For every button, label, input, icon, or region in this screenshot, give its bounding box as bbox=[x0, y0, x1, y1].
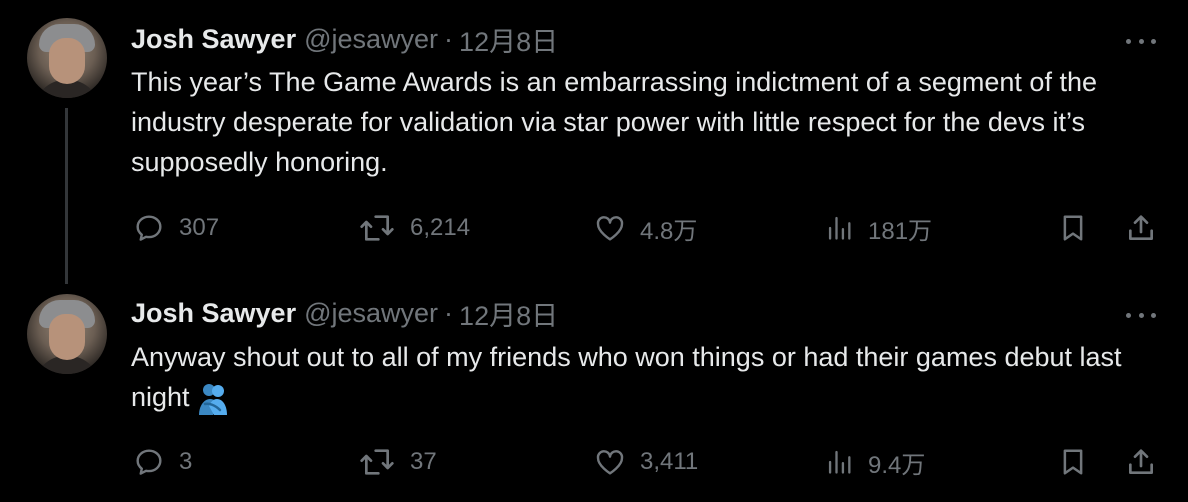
share-icon bbox=[1129, 449, 1153, 474]
like-button[interactable]: 3,411 bbox=[594, 442, 698, 482]
more-icon[interactable] bbox=[1126, 310, 1156, 320]
tweet-date[interactable]: 12月8日 bbox=[459, 294, 558, 333]
bookmark-icon bbox=[1063, 449, 1083, 475]
bookmark-button[interactable] bbox=[1058, 442, 1088, 482]
repost-icon bbox=[360, 215, 394, 241]
like-icon bbox=[596, 450, 624, 475]
view-count: 9.4万 bbox=[868, 451, 926, 479]
reply-count: 3 bbox=[179, 448, 193, 475]
like-button[interactable]: 4.8万 bbox=[594, 208, 697, 248]
like-count: 4.8万 bbox=[640, 217, 698, 245]
separator-dot: · bbox=[444, 23, 454, 54]
tweet-header: Josh Sawyer @jesawyer · 12月8日 bbox=[131, 21, 558, 57]
repost-button[interactable]: 37 bbox=[358, 442, 437, 482]
repost-count: 37 bbox=[410, 448, 437, 475]
action-bar: 307 6,214 4.8万 181万 bbox=[0, 208, 1188, 248]
separator-dot: · bbox=[444, 297, 454, 328]
author-name[interactable]: Josh Sawyer bbox=[131, 24, 296, 55]
share-button[interactable] bbox=[1125, 208, 1157, 248]
bookmark-icon bbox=[1063, 215, 1083, 241]
people-hugging-emoji bbox=[198, 383, 227, 415]
reply-icon bbox=[136, 215, 162, 241]
tweet-text-container: Anyway shout out to all of my friends wh… bbox=[131, 337, 1171, 417]
views-icon bbox=[828, 216, 851, 240]
like-count: 3,411 bbox=[640, 448, 699, 475]
reply-button[interactable]: 307 bbox=[133, 208, 219, 248]
author-handle[interactable]: @jesawyer bbox=[304, 298, 438, 329]
share-button[interactable] bbox=[1125, 442, 1157, 482]
thread-connector-line bbox=[65, 108, 68, 284]
tweet[interactable]: Josh Sawyer @jesawyer · 12月8日 Anyway sho… bbox=[0, 275, 1188, 502]
view-count: 181万 bbox=[868, 217, 933, 245]
like-icon bbox=[596, 216, 624, 241]
views-button[interactable]: 181万 bbox=[826, 208, 932, 248]
views-icon bbox=[828, 450, 851, 474]
share-icon bbox=[1129, 215, 1153, 240]
author-name[interactable]: Josh Sawyer bbox=[131, 298, 296, 329]
avatar[interactable] bbox=[27, 294, 107, 374]
repost-button[interactable]: 6,214 bbox=[358, 208, 470, 248]
views-button[interactable]: 9.4万 bbox=[826, 442, 925, 482]
bookmark-button[interactable] bbox=[1058, 208, 1088, 248]
tweet-header: Josh Sawyer @jesawyer · 12月8日 bbox=[131, 295, 558, 331]
tweet-date[interactable]: 12月8日 bbox=[459, 20, 558, 59]
reply-button[interactable]: 3 bbox=[133, 442, 192, 482]
tweet[interactable]: Josh Sawyer @jesawyer · 12月8日 This year’… bbox=[0, 0, 1188, 284]
repost-icon bbox=[360, 449, 394, 475]
avatar[interactable] bbox=[27, 18, 107, 98]
repost-count: 6,214 bbox=[410, 214, 471, 241]
reply-count: 307 bbox=[179, 214, 220, 241]
tweet-text: This year’s The Game Awards is an embarr… bbox=[131, 67, 1097, 177]
reply-icon bbox=[136, 449, 162, 475]
tweet-text: Anyway shout out to all of my friends wh… bbox=[131, 342, 1122, 412]
action-bar: 3 37 3,411 9.4万 bbox=[0, 442, 1188, 482]
author-handle[interactable]: @jesawyer bbox=[304, 24, 438, 55]
more-icon[interactable] bbox=[1126, 36, 1156, 46]
